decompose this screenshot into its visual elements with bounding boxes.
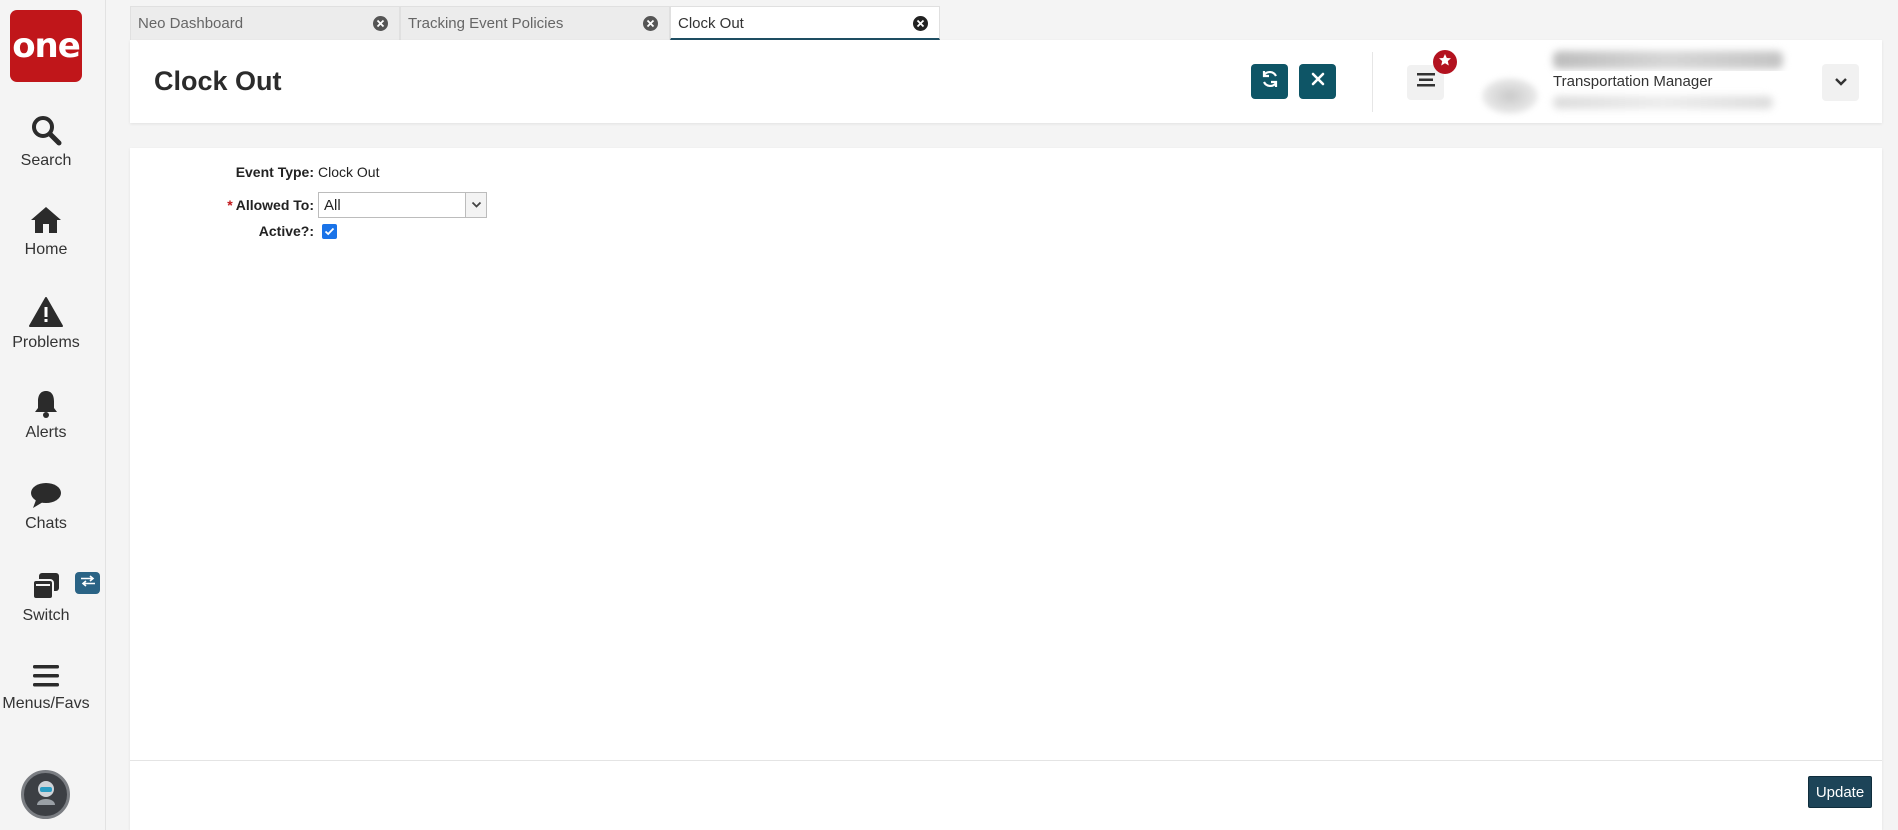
nav-label-alerts: Alerts: [25, 424, 67, 441]
switch-icon: [30, 571, 62, 601]
tab-label: Tracking Event Policies: [408, 15, 564, 32]
nav-label-switch: Switch: [22, 607, 70, 624]
nav-label-search: Search: [20, 152, 72, 169]
search-icon: [30, 114, 62, 146]
user-menu-dropdown[interactable]: [1822, 64, 1859, 101]
chevron-down-icon[interactable]: [465, 193, 486, 217]
tab-label: Clock Out: [678, 15, 744, 32]
arrows-swap-icon: [80, 574, 96, 592]
close-tab-icon[interactable]: [373, 16, 388, 31]
star-icon: [1438, 53, 1452, 72]
nav-label-home: Home: [24, 241, 68, 258]
nav-item-search[interactable]: Search: [0, 114, 92, 170]
app-logo[interactable]: one: [10, 10, 82, 82]
nav-item-problems[interactable]: Problems: [0, 296, 92, 352]
nav-label-chats: Chats: [25, 515, 67, 532]
home-icon: [29, 205, 63, 235]
tab-tracking-event-policies[interactable]: Tracking Event Policies: [400, 6, 670, 40]
menu-lines-icon: [1416, 72, 1435, 93]
allowed-to-select[interactable]: All: [318, 192, 487, 218]
nav-item-chats[interactable]: Chats: [0, 481, 92, 533]
header-divider: [1372, 52, 1373, 112]
chat-icon: [29, 481, 63, 509]
logo-text: one: [12, 26, 81, 66]
close-icon: [1311, 72, 1325, 91]
user-avatar[interactable]: [1482, 78, 1538, 114]
close-button[interactable]: [1299, 64, 1336, 99]
tab-neo-dashboard[interactable]: Neo Dashboard: [130, 6, 400, 40]
allowed-to-row: * Allowed To: All: [130, 192, 487, 218]
nav-item-home[interactable]: Home: [0, 205, 92, 259]
content-panel: Event Type: Clock Out * Allowed To: All A…: [130, 148, 1882, 830]
user-role: Transportation Manager: [1553, 71, 1789, 92]
robot-icon: [31, 777, 61, 812]
favorites-badge[interactable]: [1433, 50, 1457, 74]
allowed-to-label-wrap: * Allowed To:: [130, 197, 318, 213]
refresh-icon: [1260, 69, 1280, 94]
warning-icon: [28, 296, 64, 328]
event-type-label: Event Type:: [235, 164, 314, 180]
update-button[interactable]: Update: [1808, 776, 1872, 808]
user-name-redacted: [1553, 51, 1783, 69]
switch-badge[interactable]: [75, 572, 100, 594]
close-tab-icon[interactable]: [913, 16, 928, 31]
assistant-avatar[interactable]: [21, 770, 70, 819]
nav-label-menus-favs: Menus/Favs: [2, 695, 90, 712]
allowed-to-label: Allowed To:: [235, 197, 314, 213]
active-label: Active?:: [258, 223, 314, 239]
chevron-down-icon: [1834, 74, 1848, 92]
allowed-to-value: All: [324, 196, 341, 214]
page-header: Clock Out Transportation Manager: [130, 40, 1882, 123]
hamburger-icon: [31, 663, 61, 689]
bell-icon: [31, 388, 61, 418]
required-marker: *: [227, 197, 233, 213]
close-tab-icon[interactable]: [643, 16, 658, 31]
left-nav: one Search Home Problems Alerts Chats Sw…: [0, 0, 106, 830]
footer-divider: [130, 760, 1882, 761]
refresh-button[interactable]: [1251, 64, 1288, 99]
tab-label: Neo Dashboard: [138, 15, 244, 32]
event-type-value: Clock Out: [318, 164, 380, 180]
tab-clock-out[interactable]: Clock Out: [670, 6, 940, 40]
active-checkbox[interactable]: [322, 223, 337, 239]
nav-label-problems: Problems: [12, 334, 80, 351]
page-title: Clock Out: [154, 66, 282, 96]
event-type-row: Event Type: Clock Out: [130, 164, 380, 180]
nav-item-alerts[interactable]: Alerts: [0, 388, 92, 442]
nav-item-menus-favs[interactable]: Menus/Favs: [0, 663, 92, 713]
active-row: Active?:: [130, 223, 337, 239]
tab-bar: Neo Dashboard Tracking Event Policies Cl…: [130, 6, 940, 40]
user-org-redacted: [1553, 96, 1773, 109]
